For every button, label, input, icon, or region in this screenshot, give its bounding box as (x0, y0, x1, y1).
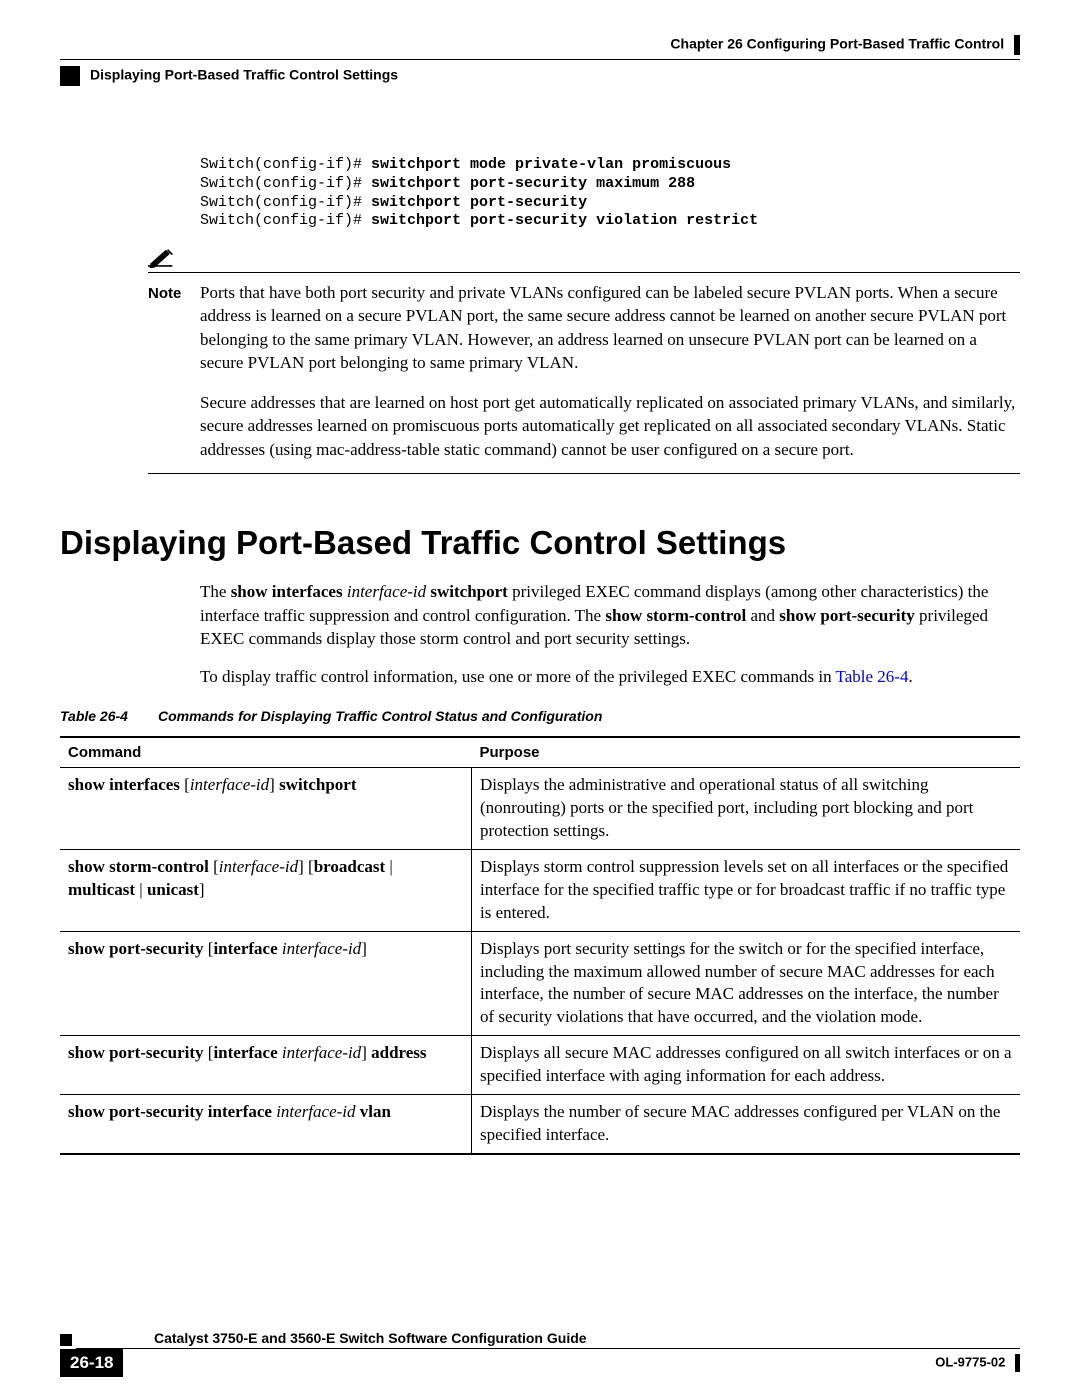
running-header: Chapter 26 Configuring Port-Based Traffi… (60, 35, 1020, 55)
note-paragraph-1: Ports that have both port security and p… (200, 281, 1020, 375)
table-row: show storm-control [interface-id] [broad… (60, 849, 1020, 931)
footer-guide-title: Catalyst 3750-E and 3560-E Switch Softwa… (154, 1330, 1020, 1348)
header-rule (60, 59, 1020, 60)
command-cell: show port-security interface interface-i… (60, 1095, 472, 1154)
header-end-bar (1014, 35, 1020, 55)
purpose-cell: Displays port security settings for the … (472, 931, 1021, 1036)
command-cell: show port-security [interface interface-… (60, 931, 472, 1036)
footer-square-icon (60, 1334, 72, 1346)
commands-table: Command Purpose show interfaces [interfa… (60, 736, 1020, 1155)
footer-rule (76, 1348, 1020, 1349)
running-section: Displaying Port-Based Traffic Control Se… (60, 66, 1020, 86)
page-footer: Catalyst 3750-E and 3560-E Switch Softwa… (60, 1330, 1020, 1377)
command-cell: show storm-control [interface-id] [broad… (60, 849, 472, 931)
intro-paragraph-2: To display traffic control information, … (200, 665, 1020, 688)
note-label: Note (148, 285, 181, 302)
page-number-badge: 26-18 (60, 1349, 123, 1377)
command-cell: show port-security [interface interface-… (60, 1036, 472, 1095)
purpose-cell: Displays the number of secure MAC addres… (472, 1095, 1021, 1154)
section-heading: Displaying Port-Based Traffic Control Se… (60, 524, 1020, 562)
table-number: Table 26-4 (60, 708, 128, 724)
command-cell: show interfaces [interface-id] switchpor… (60, 767, 472, 849)
note-block: Note Ports that have both port security … (148, 246, 1020, 474)
note-icon (148, 246, 174, 268)
chapter-label: Chapter 26 Configuring Port-Based Traffi… (670, 36, 1004, 52)
section-title-text: Displaying Port-Based Traffic Control Se… (90, 67, 398, 83)
cli-example: Switch(config-if)# switchport mode priva… (200, 156, 1020, 231)
table-row: show port-security interface interface-i… (60, 1095, 1020, 1154)
footer-end-bar (1015, 1354, 1020, 1372)
table-row: show port-security [interface interface-… (60, 931, 1020, 1036)
doc-id: OL-9775-02 (935, 1354, 1005, 1369)
purpose-cell: Displays storm control suppression level… (472, 849, 1021, 931)
purpose-cell: Displays all secure MAC addresses config… (472, 1036, 1021, 1095)
note-paragraph-2: Secure addresses that are learned on hos… (200, 391, 1020, 461)
table-caption-text: Commands for Displaying Traffic Control … (158, 708, 602, 724)
table-xref-link[interactable]: Table 26-4 (836, 667, 909, 686)
section-marker-square (60, 66, 80, 86)
intro-paragraph-1: The show interfaces interface-id switchp… (200, 580, 1020, 650)
table-header-purpose: Purpose (472, 737, 1021, 768)
purpose-cell: Displays the administrative and operatio… (472, 767, 1021, 849)
table-row: show port-security [interface interface-… (60, 1036, 1020, 1095)
table-row: show interfaces [interface-id] switchpor… (60, 767, 1020, 849)
table-header-command: Command (60, 737, 472, 768)
table-caption: Table 26-4 Commands for Displaying Traffi… (60, 708, 1020, 724)
